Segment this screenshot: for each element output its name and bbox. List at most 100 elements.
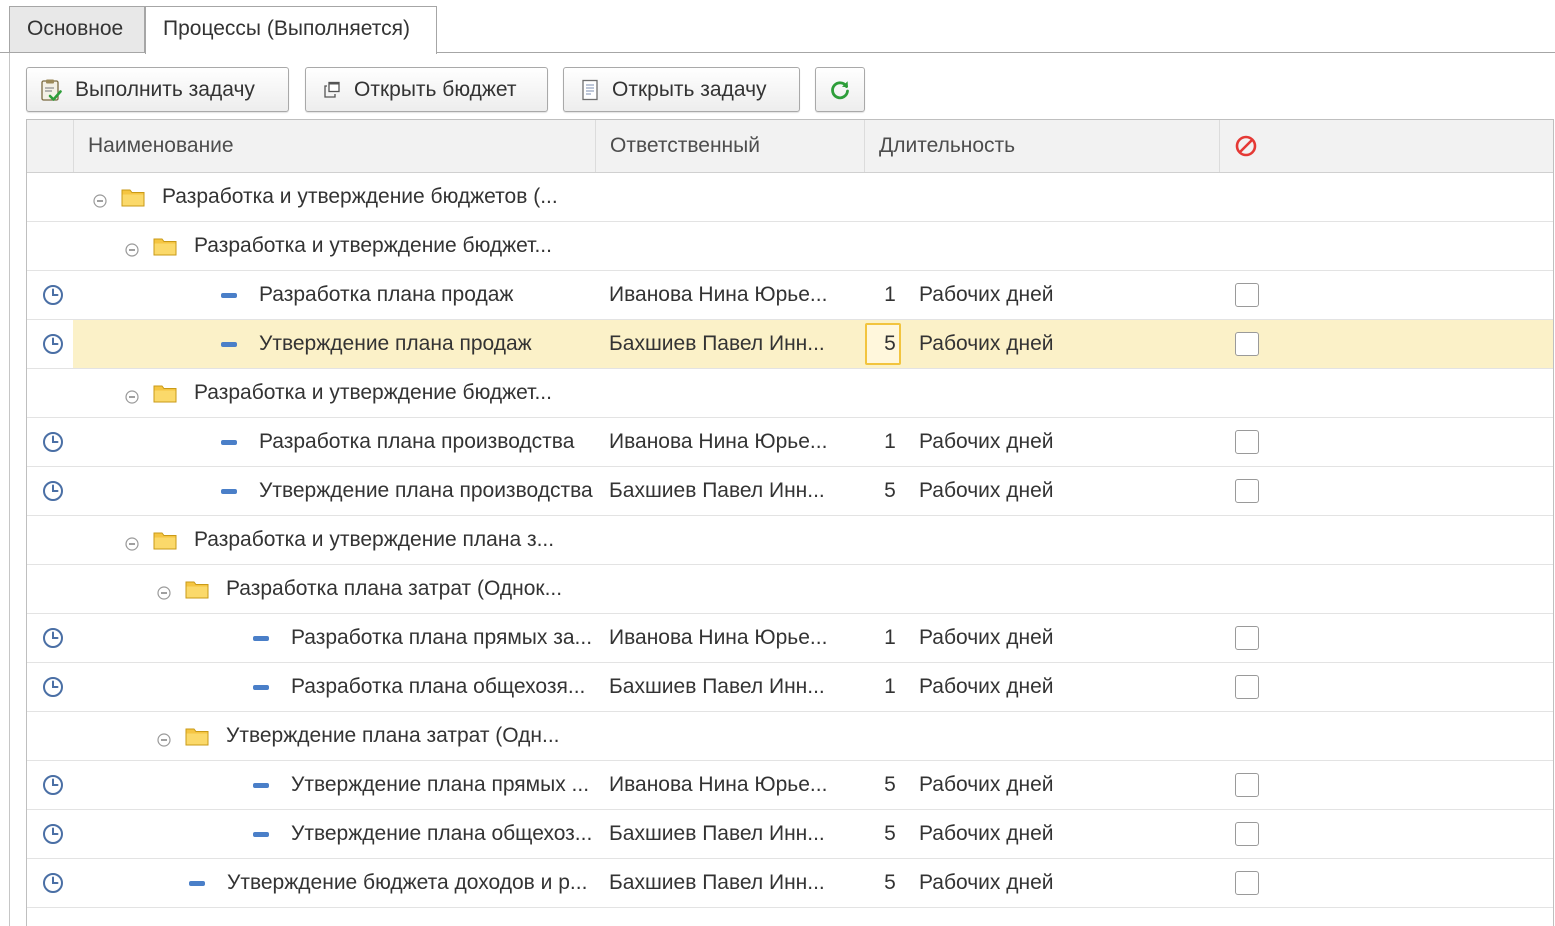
task-row[interactable]: Утверждение бюджета доходов и р... Бахшие… bbox=[27, 859, 1553, 908]
refresh-button[interactable] bbox=[815, 67, 865, 112]
task-dash-icon bbox=[189, 880, 205, 886]
responsible-cell[interactable]: Бахшиев Павел Инн... bbox=[609, 320, 859, 368]
name-cell[interactable]: Разработка плана производства bbox=[221, 418, 574, 466]
tab-processes[interactable]: Процессы (Выполняется) bbox=[145, 6, 437, 54]
duration-value[interactable]: 1 bbox=[879, 614, 901, 662]
name-cell[interactable]: Разработка плана затрат (Однок... bbox=[157, 565, 562, 613]
clock-icon bbox=[42, 431, 64, 453]
row-name: Разработка плана прямых за... bbox=[291, 626, 593, 649]
row-name: Утверждение плана продаж bbox=[259, 332, 532, 355]
task-row[interactable]: Утверждение плана общехоз... Бахшиев Паве… bbox=[27, 810, 1553, 859]
cancel-checkbox[interactable] bbox=[1235, 332, 1259, 356]
duration-value[interactable]: 5 bbox=[879, 859, 901, 907]
group-row[interactable]: Разработка и утверждение бюджетов (... bbox=[27, 173, 1553, 222]
header-cancel[interactable] bbox=[1219, 120, 1553, 172]
task-dash-icon bbox=[253, 635, 269, 641]
name-cell[interactable]: Утверждение плана затрат (Одн... bbox=[157, 712, 560, 760]
task-dash-icon bbox=[253, 782, 269, 788]
cancel-checkbox[interactable] bbox=[1235, 479, 1259, 503]
duration-value[interactable]: 1 bbox=[879, 271, 901, 319]
cancel-checkbox[interactable] bbox=[1235, 822, 1259, 846]
form-left-border bbox=[9, 53, 10, 926]
duration-unit[interactable]: Рабочих дней bbox=[919, 271, 1199, 319]
duration-value[interactable]: 5 bbox=[879, 810, 901, 858]
task-row[interactable]: Разработка плана производства Иванова Нин… bbox=[27, 418, 1553, 467]
task-dash-icon bbox=[253, 684, 269, 690]
name-cell[interactable]: Разработка плана прямых за... bbox=[253, 614, 592, 662]
cancel-checkbox[interactable] bbox=[1235, 773, 1259, 797]
cancel-checkbox[interactable] bbox=[1235, 283, 1259, 307]
duration-value[interactable]: 1 bbox=[879, 663, 901, 711]
group-row[interactable]: Разработка плана затрат (Однок... bbox=[27, 565, 1553, 614]
header-responsible[interactable]: Ответственный bbox=[595, 120, 864, 172]
task-dash-icon bbox=[221, 488, 237, 494]
responsible-cell[interactable]: Бахшиев Павел Инн... bbox=[609, 859, 859, 907]
collapse-icon[interactable] bbox=[125, 533, 139, 551]
name-cell[interactable]: Разработка и утверждение бюджет... bbox=[125, 222, 552, 270]
name-cell[interactable]: Утверждение плана продаж bbox=[221, 320, 532, 368]
responsible-cell[interactable]: Иванова Нина Юрье... bbox=[609, 418, 859, 466]
responsible-cell[interactable]: Иванова Нина Юрье... bbox=[609, 614, 859, 662]
duration-value[interactable]: 1 bbox=[879, 418, 901, 466]
collapse-icon[interactable] bbox=[157, 582, 171, 600]
clock-icon bbox=[42, 676, 64, 698]
group-row[interactable]: Утверждение плана затрат (Одн... bbox=[27, 712, 1553, 761]
collapse-icon[interactable] bbox=[157, 729, 171, 747]
group-row[interactable]: Разработка и утверждение бюджет... bbox=[27, 222, 1553, 271]
name-cell[interactable]: Утверждение бюджета доходов и р... bbox=[189, 859, 587, 907]
name-cell[interactable]: Утверждение плана производства bbox=[221, 467, 593, 515]
duration-unit[interactable]: Рабочих дней bbox=[919, 320, 1199, 368]
prohibited-icon bbox=[1235, 135, 1257, 157]
responsible-cell[interactable]: Бахшиев Павел Инн... bbox=[609, 663, 859, 711]
row-name: Утверждение плана прямых ... bbox=[291, 773, 590, 796]
header-status[interactable] bbox=[27, 120, 73, 172]
task-row[interactable]: Разработка плана продаж Иванова Нина Юрье… bbox=[27, 271, 1553, 320]
duration-value[interactable]: 5 bbox=[879, 320, 901, 368]
responsible-cell[interactable]: Иванова Нина Юрье... bbox=[609, 271, 859, 319]
name-cell[interactable]: Утверждение плана прямых ... bbox=[253, 761, 589, 809]
execute-task-button[interactable]: Выполнить задачу bbox=[26, 67, 289, 112]
duration-value[interactable]: 5 bbox=[879, 467, 901, 515]
duration-unit[interactable]: Рабочих дней bbox=[919, 859, 1199, 907]
header-duration[interactable]: Длительность bbox=[864, 120, 1219, 172]
cancel-checkbox[interactable] bbox=[1235, 430, 1259, 454]
collapse-icon[interactable] bbox=[125, 239, 139, 257]
task-row[interactable]: Утверждение плана производства Бахшиев Па… bbox=[27, 467, 1553, 516]
task-row[interactable]: Утверждение плана прямых ... Иванова Нина… bbox=[27, 761, 1553, 810]
name-cell[interactable]: Разработка и утверждение бюджет... bbox=[125, 369, 552, 417]
name-cell[interactable]: Утверждение плана общехоз... bbox=[253, 810, 592, 858]
duration-unit[interactable]: Рабочих дней bbox=[919, 614, 1199, 662]
name-cell[interactable]: Разработка и утверждение плана з... bbox=[125, 516, 554, 564]
responsible-cell[interactable]: Бахшиев Павел Инн... bbox=[609, 467, 859, 515]
duration-unit[interactable]: Рабочих дней bbox=[919, 810, 1199, 858]
duration-unit[interactable]: Рабочих дней bbox=[919, 418, 1199, 466]
clock-icon bbox=[42, 333, 64, 355]
open-task-button[interactable]: Открыть задачу bbox=[563, 67, 800, 112]
task-row[interactable]: Утверждение плана продаж Бахшиев Павел Ин… bbox=[27, 320, 1553, 369]
duration-value[interactable]: 5 bbox=[879, 761, 901, 809]
responsible-cell[interactable]: Иванова Нина Юрье... bbox=[609, 761, 859, 809]
name-cell[interactable]: Разработка и утверждение бюджетов (... bbox=[93, 173, 558, 221]
cancel-checkbox[interactable] bbox=[1235, 626, 1259, 650]
header-name[interactable]: Наименование bbox=[73, 120, 595, 172]
cancel-checkbox[interactable] bbox=[1235, 675, 1259, 699]
group-row[interactable]: Разработка и утверждение плана з... bbox=[27, 516, 1553, 565]
task-row[interactable]: Разработка плана общехозя... Бахшиев Паве… bbox=[27, 663, 1553, 712]
task-row[interactable]: Разработка плана прямых за... Иванова Нин… bbox=[27, 614, 1553, 663]
name-cell[interactable]: Разработка плана общехозя... bbox=[253, 663, 585, 711]
responsible-cell[interactable]: Бахшиев Павел Инн... bbox=[609, 810, 859, 858]
duration-unit[interactable]: Рабочих дней bbox=[919, 663, 1199, 711]
duration-unit[interactable]: Рабочих дней bbox=[919, 467, 1199, 515]
duration-unit[interactable]: Рабочих дней bbox=[919, 761, 1199, 809]
row-name: Разработка и утверждение бюджетов (... bbox=[162, 185, 558, 208]
name-cell[interactable]: Разработка плана продаж bbox=[221, 271, 513, 319]
row-name: Утверждение плана производства bbox=[259, 479, 593, 502]
folder-icon bbox=[153, 383, 177, 403]
row-name: Разработка плана общехозя... bbox=[291, 675, 586, 698]
open-budget-button[interactable]: Открыть бюджет bbox=[305, 67, 548, 112]
cancel-checkbox[interactable] bbox=[1235, 871, 1259, 895]
group-row[interactable]: Разработка и утверждение бюджет... bbox=[27, 369, 1553, 418]
tab-main[interactable]: Основное bbox=[9, 6, 145, 52]
collapse-icon[interactable] bbox=[125, 386, 139, 404]
collapse-icon[interactable] bbox=[93, 190, 107, 208]
